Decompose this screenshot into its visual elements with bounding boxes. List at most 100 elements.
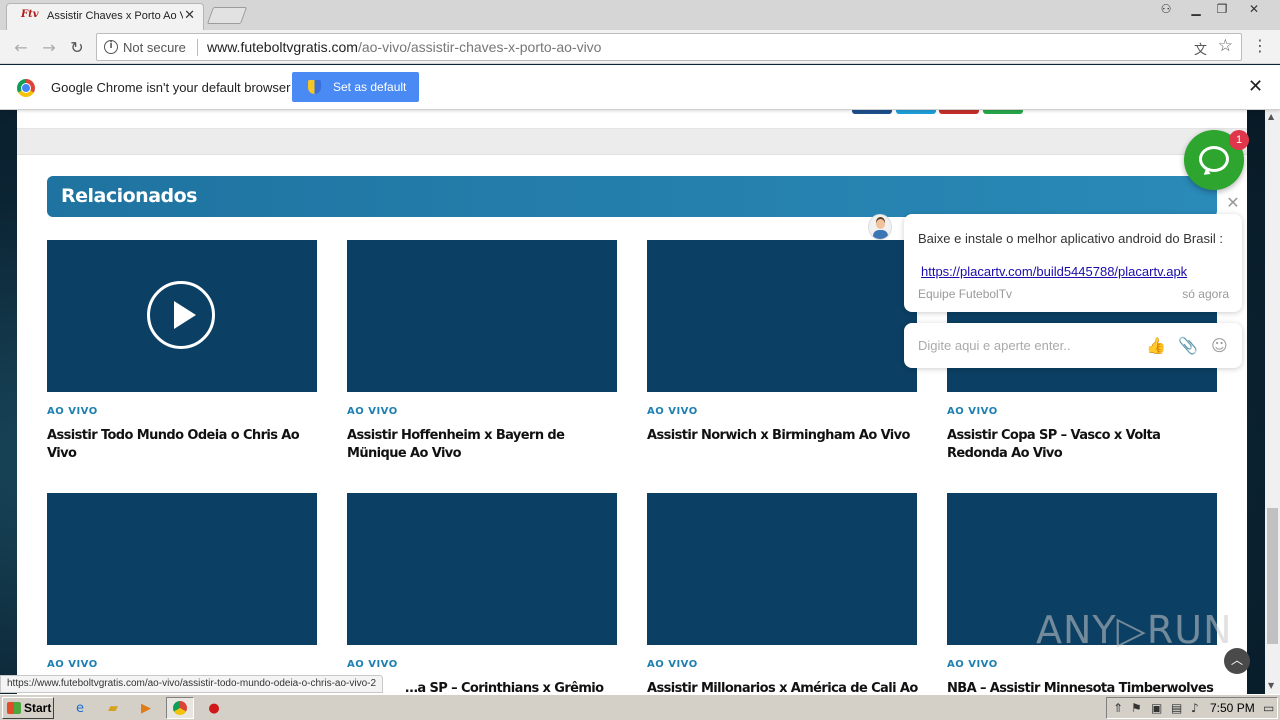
card-category[interactable]: AO VIVO bbox=[947, 659, 998, 670]
unread-badge: 1 bbox=[1229, 130, 1249, 150]
network-icon[interactable]: ▣ bbox=[1151, 701, 1162, 715]
chrome-menu-icon[interactable]: ⋮ bbox=[1252, 36, 1268, 55]
scrollbar-thumb[interactable] bbox=[1267, 508, 1278, 644]
internet-explorer-icon[interactable]: e bbox=[70, 698, 90, 718]
status-bar-url: https://www.futeboltvgratis.com/ao-vivo/… bbox=[0, 675, 384, 693]
info-icon[interactable]: i bbox=[104, 40, 118, 54]
card-title[interactable]: NBA – Assistir Minnesota Timberwolves bbox=[947, 680, 1222, 694]
content-divider-strip bbox=[17, 129, 1247, 155]
emoji-icon[interactable]: ☺ bbox=[1211, 336, 1228, 355]
section-title: Relacionados bbox=[61, 185, 198, 207]
tab-close-icon[interactable]: ✕ bbox=[184, 8, 195, 23]
share-bar bbox=[17, 110, 1247, 129]
agent-avatar bbox=[868, 214, 892, 240]
set-as-default-label: Set as default bbox=[333, 80, 407, 94]
chrome-icon bbox=[173, 701, 187, 715]
taskbar-clock[interactable]: 7:50 PM bbox=[1210, 701, 1255, 715]
google-share-button[interactable] bbox=[939, 110, 979, 114]
restore-button[interactable]: ❐ bbox=[1208, 0, 1236, 18]
start-button[interactable]: Start bbox=[2, 697, 54, 719]
related-section-header: Relacionados bbox=[47, 176, 1217, 217]
security-alert-icon[interactable]: ● bbox=[204, 698, 224, 718]
chrome-logo-icon bbox=[17, 79, 35, 97]
related-card[interactable]: AO VIVO Assistir Millonarios x América d… bbox=[647, 493, 918, 694]
window-close-button[interactable]: ✕ bbox=[1240, 0, 1268, 18]
card-thumbnail[interactable] bbox=[647, 493, 917, 645]
card-title[interactable]: Assistir Millonarios x América de Cali A… bbox=[647, 680, 922, 694]
forward-arrow-icon[interactable]: → bbox=[38, 36, 60, 58]
address-bar[interactable]: i Not secure www.futeboltvgratis.com/ao-… bbox=[96, 33, 1242, 61]
infobar-close-icon[interactable]: ✕ bbox=[1248, 76, 1263, 97]
facebook-share-button[interactable] bbox=[852, 110, 892, 114]
chat-close-icon[interactable]: ✕ bbox=[1222, 192, 1244, 214]
flag-icon[interactable]: ⚑ bbox=[1131, 701, 1142, 715]
tray-expand-icon[interactable]: ⇑ bbox=[1113, 701, 1123, 715]
security-label[interactable]: Not secure bbox=[123, 40, 186, 55]
translate-icon[interactable]: 文 bbox=[1194, 39, 1207, 58]
chat-message-text: Baixe e instale o melhor aplicativo andr… bbox=[918, 231, 1223, 246]
url-text[interactable]: www.futeboltvgratis.com/ao-vivo/assistir… bbox=[207, 39, 601, 55]
minimize-button[interactable]: ▁ bbox=[1182, 0, 1210, 18]
show-desktop-icon[interactable]: ▭ bbox=[1263, 701, 1274, 715]
card-thumbnail[interactable] bbox=[647, 240, 917, 392]
chat-bubble-icon bbox=[1199, 146, 1229, 172]
scroll-up-arrow-icon[interactable]: ▲ bbox=[1268, 112, 1274, 121]
chrome-taskbar-button[interactable] bbox=[166, 697, 194, 719]
browser-toolbar: ← → ↻ i Not secure www.futeboltvgratis.c… bbox=[0, 30, 1280, 64]
whatsapp-share-button[interactable] bbox=[983, 110, 1023, 114]
card-category[interactable]: AO VIVO bbox=[347, 659, 398, 670]
media-player-icon[interactable]: ▶ bbox=[136, 698, 156, 718]
user-profile-icon[interactable]: ⚇ bbox=[1152, 0, 1180, 18]
card-title[interactable]: …a SP – Corinthians x Grêmio bbox=[405, 680, 680, 694]
card-thumbnail[interactable] bbox=[347, 493, 617, 645]
card-category[interactable]: AO VIVO bbox=[647, 406, 698, 417]
scroll-down-arrow-icon[interactable]: ▼ bbox=[1268, 681, 1274, 690]
anyrun-watermark: ANY▷RUN bbox=[1036, 608, 1233, 652]
new-tab-button[interactable] bbox=[206, 7, 248, 24]
bookmark-star-icon[interactable]: ☆ bbox=[1218, 36, 1233, 56]
card-title[interactable]: Assistir Hoffenheim x Bayern de Münique … bbox=[347, 427, 622, 463]
related-card[interactable]: AO VIVO Assistir Todo Mundo Odeia o Chri… bbox=[47, 240, 317, 461]
card-thumbnail[interactable] bbox=[47, 240, 317, 392]
page-content: Relacionados AO VIVO Assistir Todo Mundo… bbox=[17, 110, 1247, 694]
page-scrollbar[interactable]: ▲ ▼ bbox=[1265, 110, 1280, 694]
related-card[interactable]: AO VIVO Assistir Hoffenheim x Bayern de … bbox=[347, 240, 617, 461]
card-title[interactable]: Assistir Norwich x Birmingham Ao Vivo bbox=[647, 427, 922, 445]
folder-icon[interactable]: ▰ bbox=[103, 698, 123, 718]
page-viewport: Relacionados AO VIVO Assistir Todo Mundo… bbox=[0, 110, 1265, 694]
reload-icon[interactable]: ↻ bbox=[66, 36, 88, 58]
card-category[interactable]: AO VIVO bbox=[647, 659, 698, 670]
card-category[interactable]: AO VIVO bbox=[347, 406, 398, 417]
card-thumbnail[interactable] bbox=[47, 493, 317, 645]
browser-title-bar: Ftv Assistir Chaves x Porto Ao V ✕ ⚇ ▁ ❐… bbox=[0, 0, 1280, 30]
browser-tab[interactable]: Ftv Assistir Chaves x Porto Ao V ✕ bbox=[6, 3, 204, 30]
card-category[interactable]: AO VIVO bbox=[47, 659, 98, 670]
volume-icon[interactable]: ♪ bbox=[1191, 701, 1199, 715]
chat-input-box[interactable]: Digite aqui e aperte enter.. 👍 📎 ☺ bbox=[904, 323, 1242, 368]
set-as-default-button[interactable]: Set as default bbox=[292, 72, 419, 102]
related-card[interactable]: AO VIVO …a SP – Corinthians x Grêmio bbox=[347, 493, 617, 694]
card-title[interactable]: Assistir Todo Mundo Odeia o Chris Ao Viv… bbox=[47, 427, 322, 463]
twitter-share-button[interactable] bbox=[896, 110, 936, 114]
windows-taskbar: Start e ▰ ▶ ● ⇑ ⚑ ▣ ▤ ♪ 7:50 PM ▭ bbox=[0, 694, 1280, 720]
play-icon[interactable] bbox=[147, 281, 215, 349]
chat-input-placeholder[interactable]: Digite aqui e aperte enter.. bbox=[918, 338, 1071, 353]
start-label: Start bbox=[24, 701, 52, 715]
card-thumbnail[interactable] bbox=[347, 240, 617, 392]
default-browser-infobar: Google Chrome isn't your default browser… bbox=[0, 65, 1280, 110]
attachment-icon[interactable]: 📎 bbox=[1178, 336, 1198, 355]
thumbs-up-icon[interactable]: 👍 bbox=[1146, 336, 1166, 355]
ethernet-icon[interactable]: ▤ bbox=[1171, 701, 1182, 715]
related-card[interactable]: AO VIVO Assistir Norwich x Birmingham Ao… bbox=[647, 240, 917, 443]
scroll-to-top-button[interactable]: ︿ bbox=[1224, 648, 1250, 674]
infobar-message: Google Chrome isn't your default browser bbox=[51, 80, 291, 95]
url-domain: www.futeboltvgratis.com bbox=[207, 39, 358, 55]
card-title[interactable]: Assistir Copa SP – Vasco x Volta Redonda… bbox=[947, 427, 1222, 463]
chat-message-link[interactable]: https://placartv.com/build5445788/placar… bbox=[921, 264, 1187, 279]
back-arrow-icon[interactable]: ← bbox=[10, 36, 32, 58]
related-card[interactable]: AO VIVO bbox=[47, 493, 317, 670]
chat-author: Equipe FutebolTv bbox=[918, 287, 1013, 301]
card-category[interactable]: AO VIVO bbox=[947, 406, 998, 417]
tab-title: Assistir Chaves x Porto Ao V bbox=[47, 10, 183, 22]
card-category[interactable]: AO VIVO bbox=[47, 406, 98, 417]
